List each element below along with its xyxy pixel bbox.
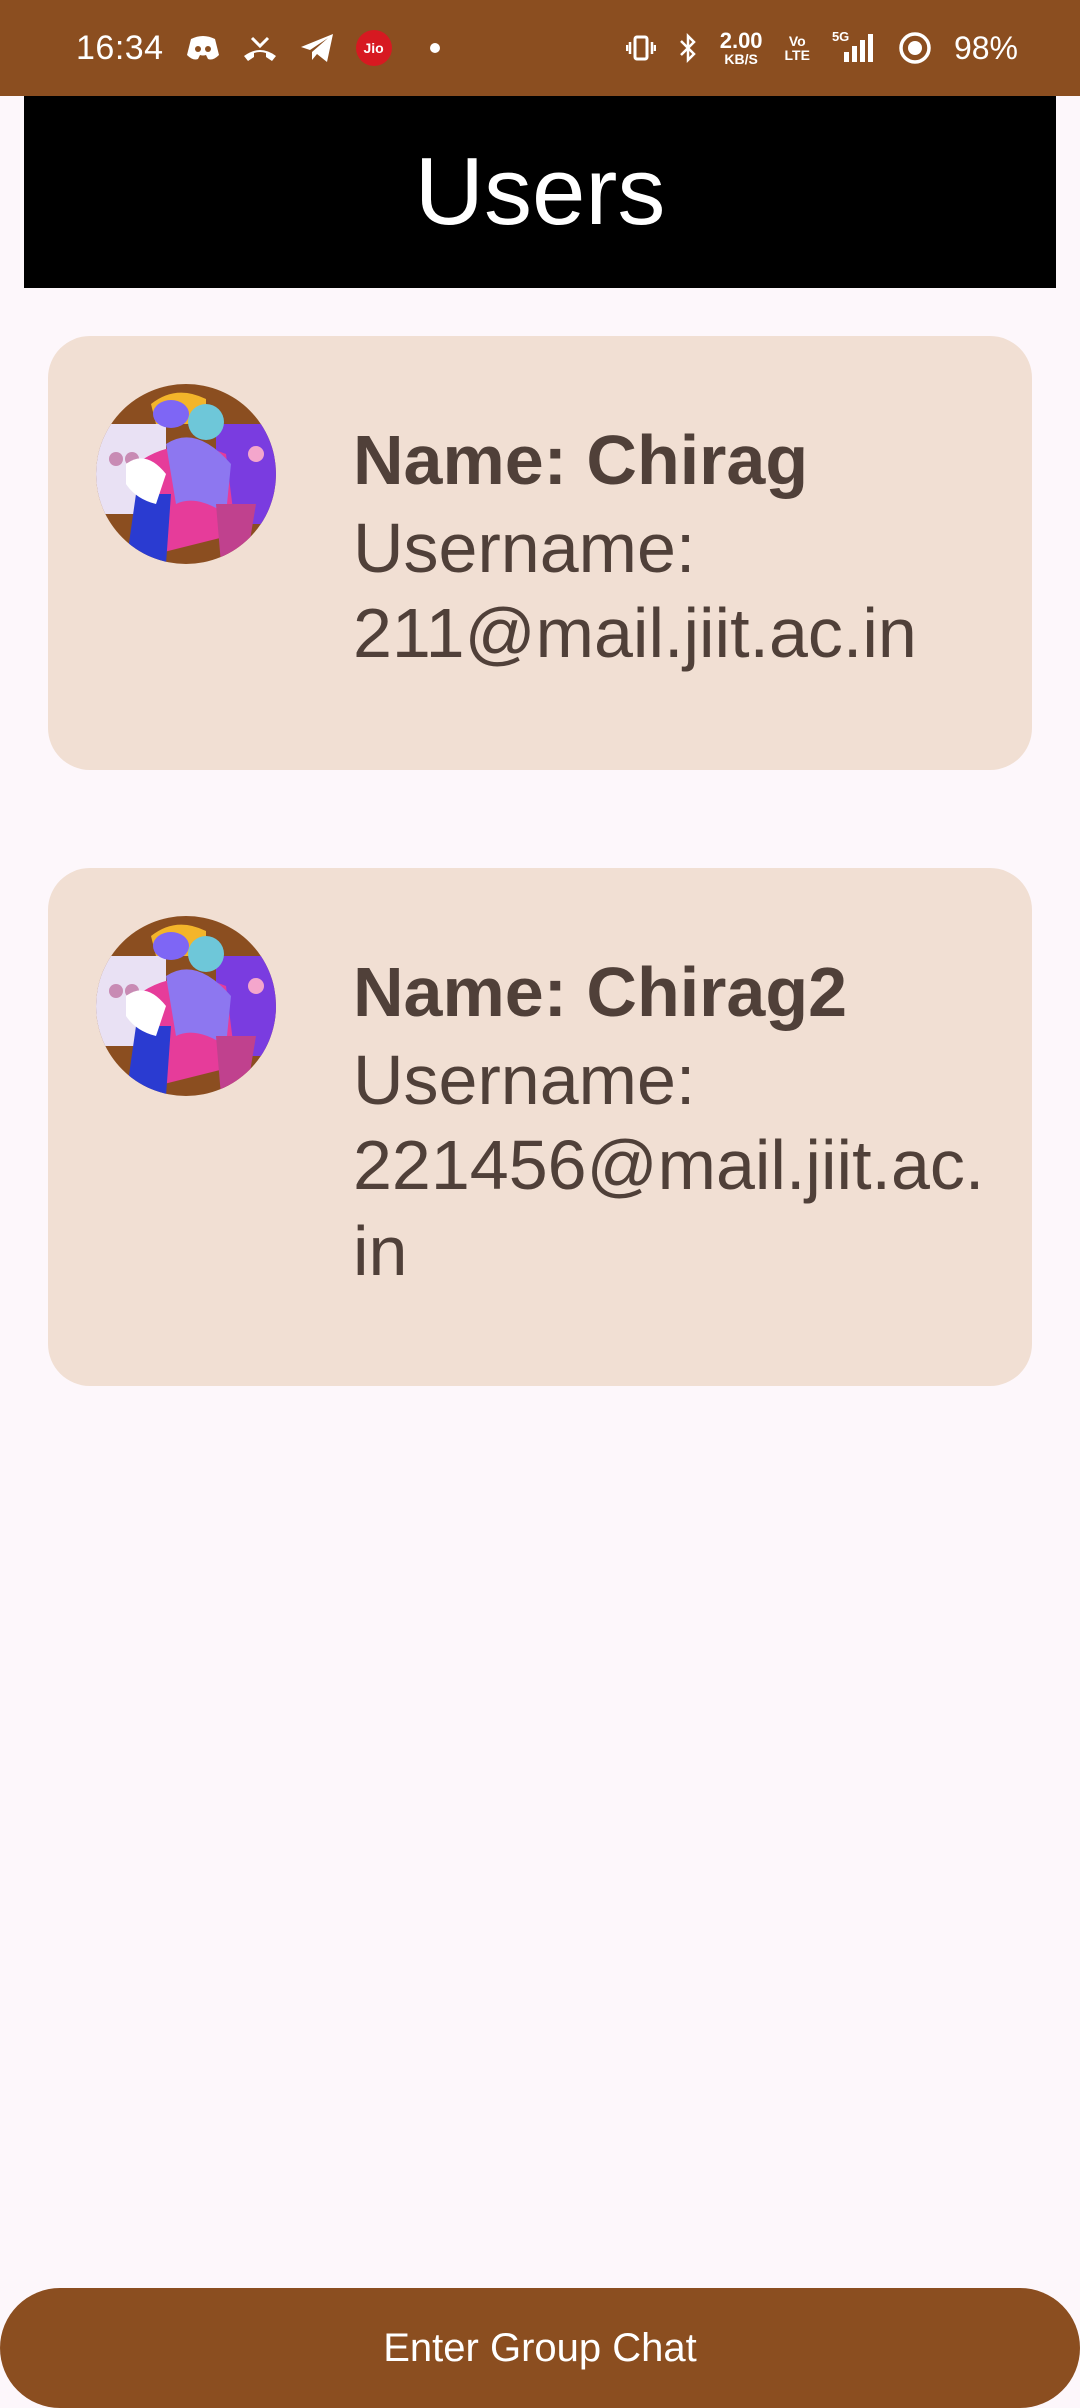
notification-dot-icon [429, 43, 440, 53]
volte-icon: Vo LTE [784, 33, 810, 63]
user-name: Name: Chirag [353, 421, 809, 499]
network-speed: 2.00 KB/S [719, 28, 763, 67]
username-value: 221456@mail.jiit.ac.in [353, 1126, 985, 1290]
bluetooth-icon [678, 32, 698, 64]
username-value: 211@mail.jiit.ac.in [353, 594, 917, 673]
app-header: Users [24, 96, 1056, 288]
username-label: Username: [353, 1041, 696, 1119]
avatar [96, 916, 276, 1096]
user-card[interactable]: Name: Chirag2 Username: 221456@mail.jiit… [48, 868, 1032, 1386]
network-speed-unit: KB/S [724, 51, 758, 67]
network-type-label: 5G [831, 29, 850, 44]
status-bar: 16:34 Jio 2.00 KB/S Vo LTE 5G 98% [0, 0, 1080, 96]
jio-icon: Jio [355, 30, 392, 66]
network-speed-value: 2.00 [719, 28, 763, 53]
avatar-illustration [96, 916, 276, 1096]
user-info: Name: Chirag Username: 211@mail.jiit.ac.… [353, 418, 993, 677]
user-username: Username: 211@mail.jiit.ac.in [353, 506, 993, 677]
vibrate-icon [625, 33, 656, 63]
status-right: 2.00 KB/S Vo LTE 5G 98% [625, 28, 1018, 67]
user-name: Name: Chirag2 [353, 953, 848, 1031]
enter-group-chat-button[interactable]: Enter Group Chat [0, 2288, 1080, 2408]
avatar [96, 384, 276, 564]
status-time: 16:34 [76, 28, 164, 67]
status-left: 16:34 Jio [76, 29, 440, 68]
page-title: Users [414, 138, 666, 245]
user-info: Name: Chirag2 Username: 221456@mail.jiit… [353, 950, 993, 1294]
avatar-illustration [96, 384, 276, 564]
telegram-icon [300, 33, 334, 63]
missed-call-icon [242, 34, 278, 62]
battery-saver-icon [898, 31, 932, 65]
user-username: Username: 221456@mail.jiit.ac.in [353, 1038, 993, 1294]
username-label: Username: [353, 509, 696, 587]
discord-icon [186, 35, 220, 61]
signal-icon: 5G [831, 29, 876, 64]
user-card[interactable]: Name: Chirag Username: 211@mail.jiit.ac.… [48, 336, 1032, 770]
battery-percentage: 98% [953, 29, 1018, 66]
